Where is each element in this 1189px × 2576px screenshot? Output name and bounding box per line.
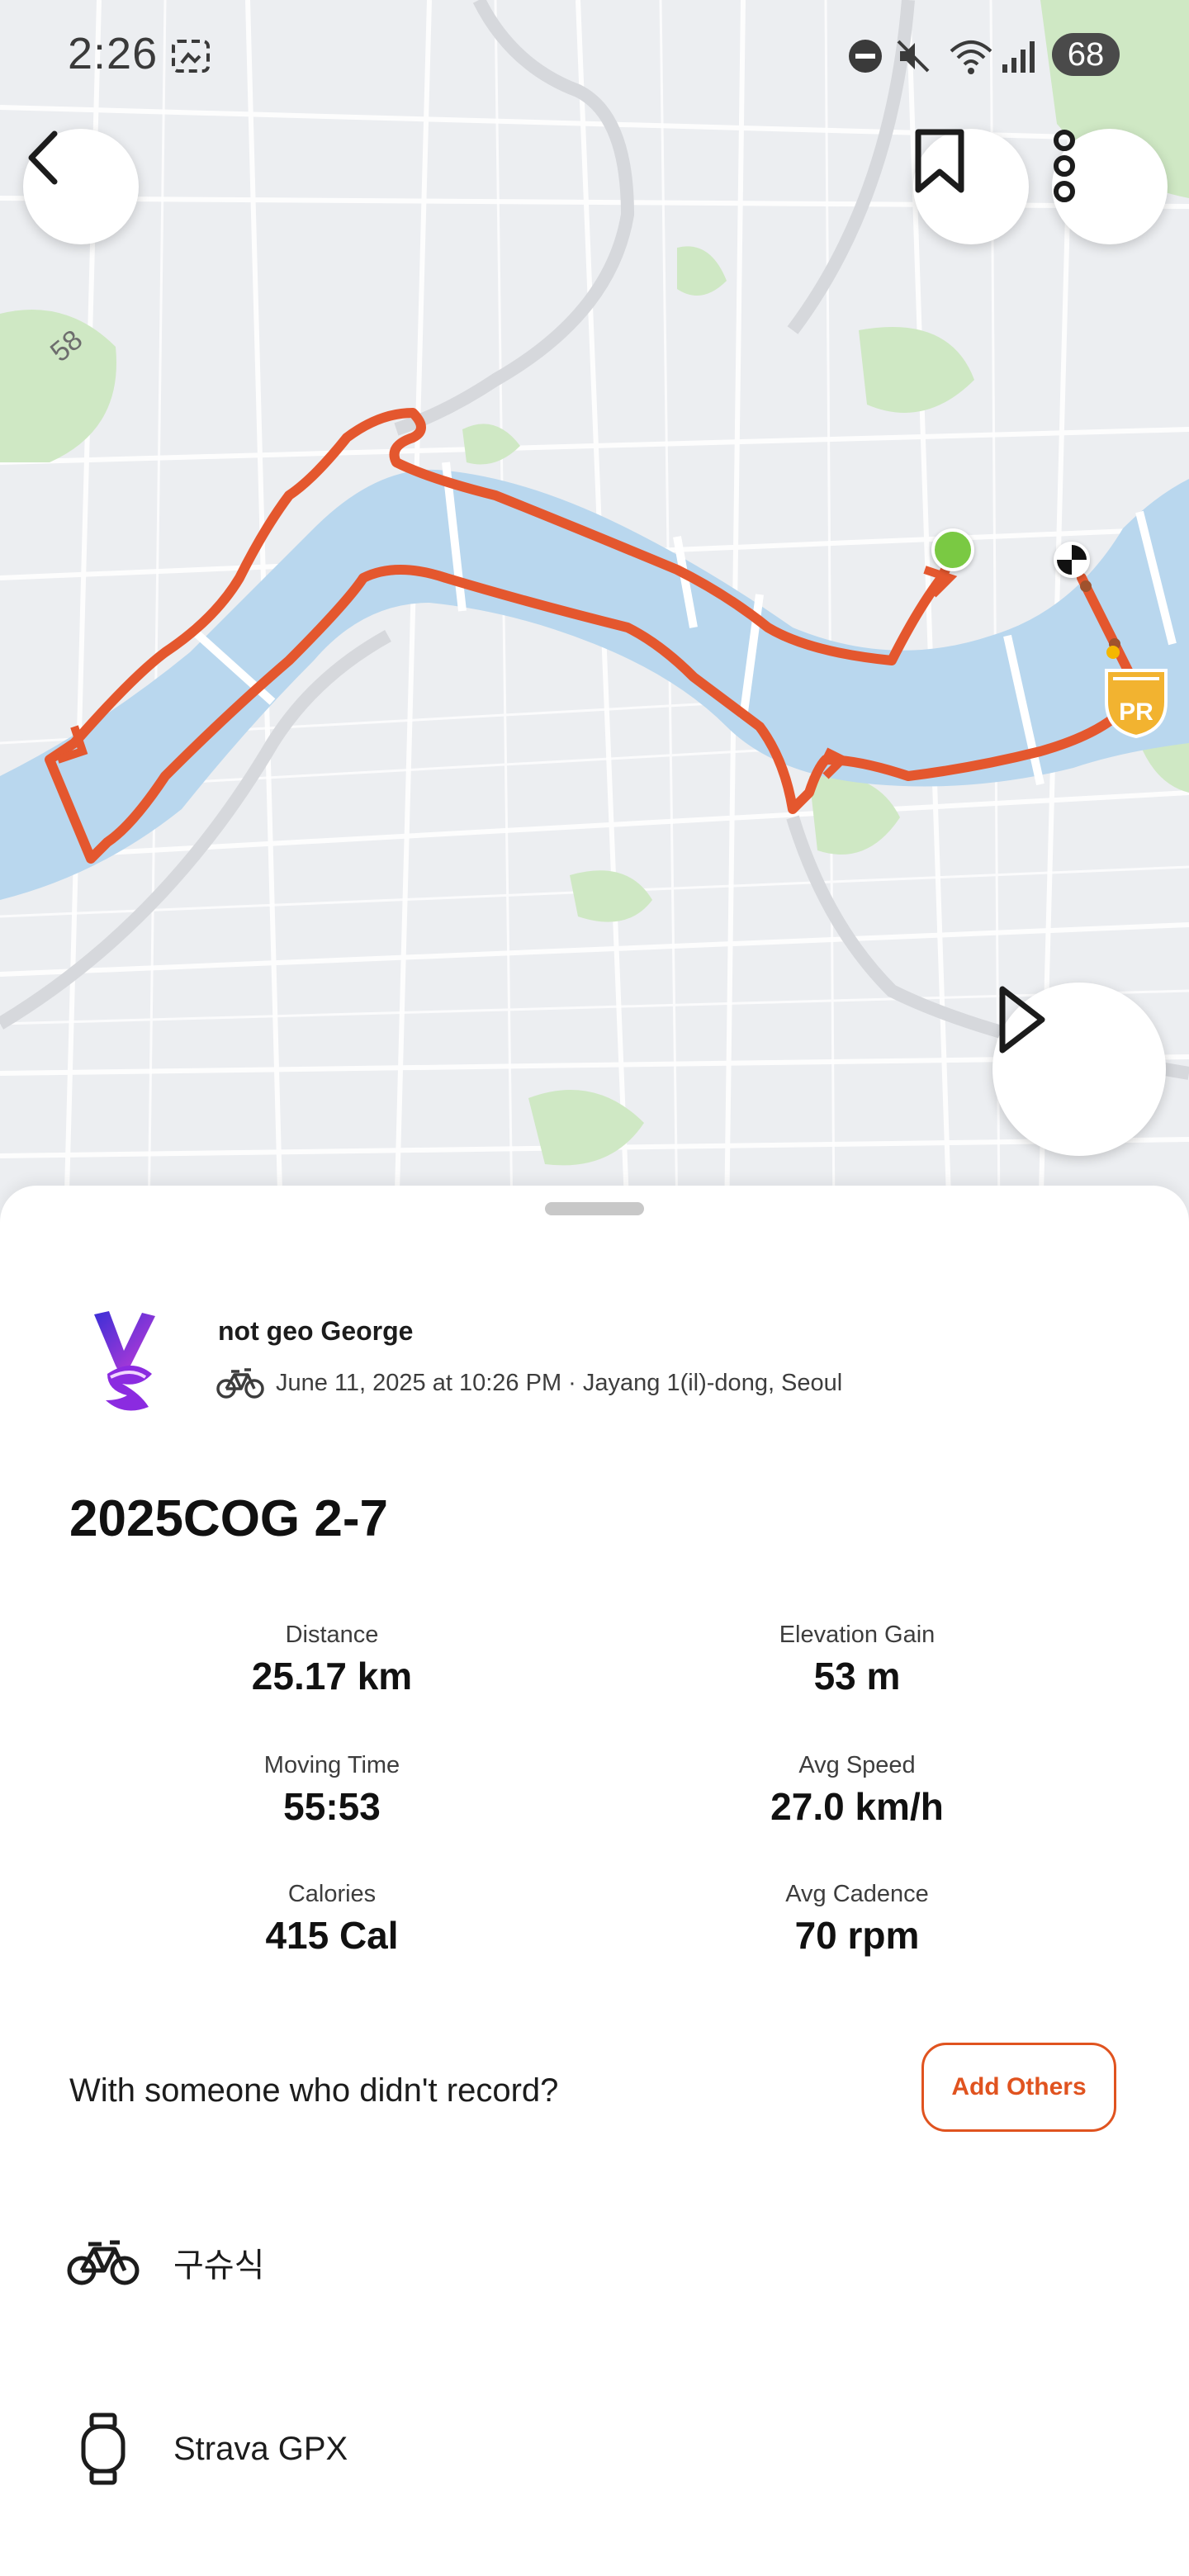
stat-moving-time: Moving Time 55:53 — [159, 1752, 505, 1829]
bookmark-button[interactable] — [913, 129, 1029, 244]
drag-handle[interactable] — [545, 1202, 644, 1215]
stat-label: Moving Time — [263, 1752, 400, 1778]
stat-label: Avg Speed — [798, 1752, 916, 1778]
bookmark-icon — [915, 129, 964, 193]
activity-meta: June 11, 2025 at 10:26 PM · Jayang 1(il)… — [216, 1362, 842, 1404]
bike-icon — [216, 1368, 264, 1399]
bike-icon — [67, 2240, 140, 2285]
gear-label: 구슈식 — [173, 2247, 265, 2284]
watch-icon — [81, 2413, 126, 2485]
stat-value: 27.0 km/h — [770, 1785, 944, 1828]
athlete-name[interactable]: not geo George — [218, 1316, 413, 1347]
play-icon — [999, 986, 1045, 1054]
screenshot-icon — [172, 40, 210, 73]
stat-avg-speed: Avg Speed 27.0 km/h — [684, 1752, 1030, 1829]
route-map[interactable]: 58 PR 2:26 68 — [0, 0, 1189, 1222]
with-others-prompt: With someone who didn't record? — [69, 2072, 559, 2109]
vertical-dots-icon — [1054, 130, 1075, 202]
add-others-button[interactable]: Add Others — [921, 2043, 1116, 2132]
battery-indicator: 68 — [1052, 33, 1120, 76]
activity-details-sheet[interactable]: not geo George June 11, 2025 at 10:26 PM… — [0, 1186, 1189, 2576]
gear-label: Strava GPX — [173, 2430, 348, 2467]
chevron-left-icon — [28, 130, 58, 185]
stat-label: Avg Cadence — [785, 1881, 929, 1907]
start-marker — [931, 528, 974, 571]
gear-row-bike[interactable]: 구슈식 — [66, 2221, 264, 2304]
stat-value: 53 m — [813, 1655, 901, 1698]
more-options-button[interactable] — [1052, 129, 1168, 244]
back-button[interactable] — [23, 129, 139, 244]
play-flyover-button[interactable] — [992, 983, 1166, 1156]
stat-elevation-gain: Elevation Gain 53 m — [684, 1622, 1030, 1698]
stat-value: 70 rpm — [794, 1914, 920, 1957]
stat-distance: Distance 25.17 km — [159, 1622, 505, 1698]
mute-icon — [897, 40, 930, 73]
pr-badge-label: PR — [1119, 698, 1153, 726]
stat-avg-cadence: Avg Cadence 70 rpm — [684, 1881, 1030, 1958]
stat-calories: Calories 415 Cal — [159, 1881, 505, 1958]
stat-value: 415 Cal — [265, 1914, 399, 1957]
stat-value: 55:53 — [283, 1785, 381, 1828]
finish-flag-icon — [1054, 542, 1090, 578]
stat-value: 25.17 km — [251, 1655, 413, 1698]
wifi-icon — [950, 40, 992, 74]
dnd-icon — [849, 40, 882, 73]
signal-icon — [1002, 41, 1035, 73]
gear-row-device[interactable]: Strava GPX — [66, 2408, 348, 2490]
activity-date-location: June 11, 2025 at 10:26 PM · Jayang 1(il)… — [276, 1369, 843, 1396]
clock: 2:26 — [68, 29, 159, 78]
pr-badge[interactable]: PR — [1101, 665, 1171, 740]
status-bar: 2:26 68 — [0, 0, 1189, 107]
stat-label: Calories — [287, 1881, 377, 1907]
stat-label: Elevation Gain — [779, 1622, 936, 1648]
stat-label: Distance — [285, 1622, 379, 1648]
activity-title: 2025COG 2-7 — [69, 1490, 388, 1547]
avatar[interactable] — [83, 1308, 173, 1415]
